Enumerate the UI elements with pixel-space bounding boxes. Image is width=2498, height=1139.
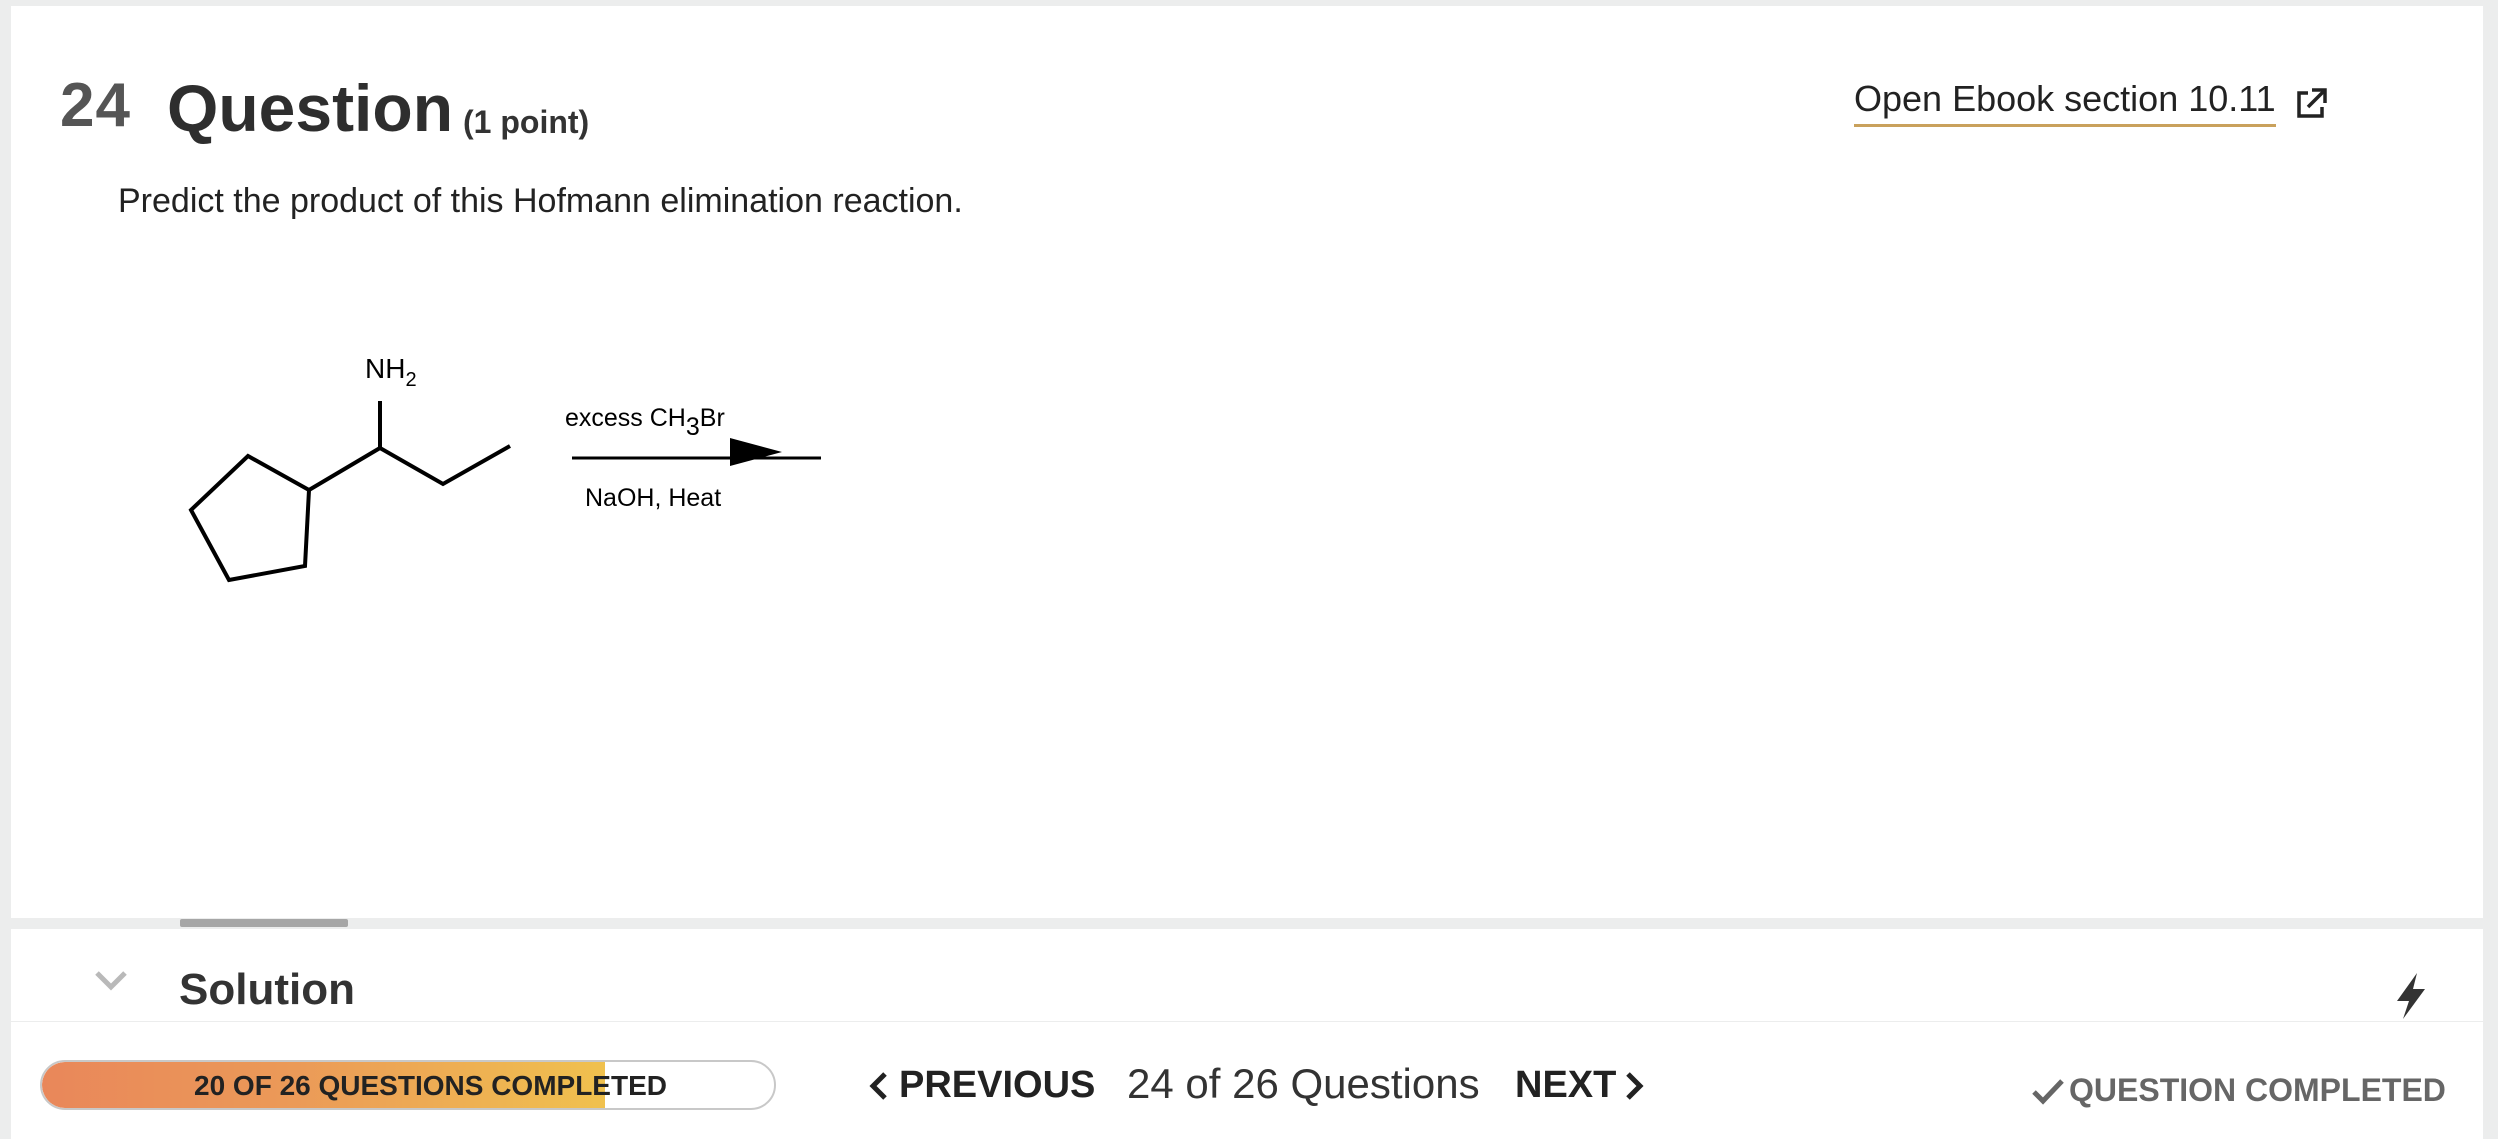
status-label: QUESTION COMPLETED — [2069, 1072, 2446, 1108]
previous-label: PREVIOUS — [899, 1064, 1096, 1106]
reaction-scheme: NH2 excess CH3Br NaOH, Heat — [188, 353, 821, 583]
alkyl-chain — [307, 401, 511, 492]
question-completed-status: QUESTION COMPLETED — [2031, 1072, 2446, 1109]
question-number: 24 — [60, 71, 131, 140]
amine-label: NH2 — [365, 353, 417, 391]
question-title: Question — [167, 71, 454, 145]
footer-nav: 20 OF 26 QUESTIONS COMPLETED PREVIOUS 24… — [11, 1022, 2483, 1139]
check-icon — [2032, 1078, 2064, 1105]
bolt-icon[interactable] — [2391, 971, 2431, 1021]
section-drag-handle — [180, 919, 348, 927]
external-link-icon[interactable] — [2291, 84, 2331, 124]
question-card: 24 Question (1 point) Open Ebook section… — [11, 6, 2483, 918]
open-ebook-link[interactable]: Open Ebook section 10.11 — [1854, 78, 2276, 127]
chevron-left-icon — [869, 1071, 887, 1100]
reaction-arrowhead — [730, 438, 782, 466]
next-label: NEXT — [1515, 1064, 1617, 1106]
progress-label: 20 OF 26 QUESTIONS COMPLETED — [194, 1070, 667, 1101]
next-button[interactable]: NEXT — [1515, 1064, 1644, 1107]
reagent-bottom: NaOH, Heat — [585, 484, 721, 512]
progress-bar: 20 OF 26 QUESTIONS COMPLETED — [40, 1060, 776, 1110]
solution-label: Solution — [179, 965, 355, 1014]
chevron-right-icon — [1626, 1071, 1644, 1100]
question-points: (1 point) — [463, 104, 590, 140]
solution-toggle[interactable]: Solution — [11, 929, 2483, 1021]
page-count: 24 of 26 Questions — [1127, 1060, 1480, 1107]
previous-button[interactable]: PREVIOUS — [869, 1064, 1095, 1107]
cyclopentyl-ring — [188, 453, 312, 583]
reagent-top: excess CH3Br — [565, 404, 725, 441]
chevron-down-icon — [95, 971, 127, 991]
question-prompt: Predict the product of this Hofmann elim… — [118, 182, 963, 220]
